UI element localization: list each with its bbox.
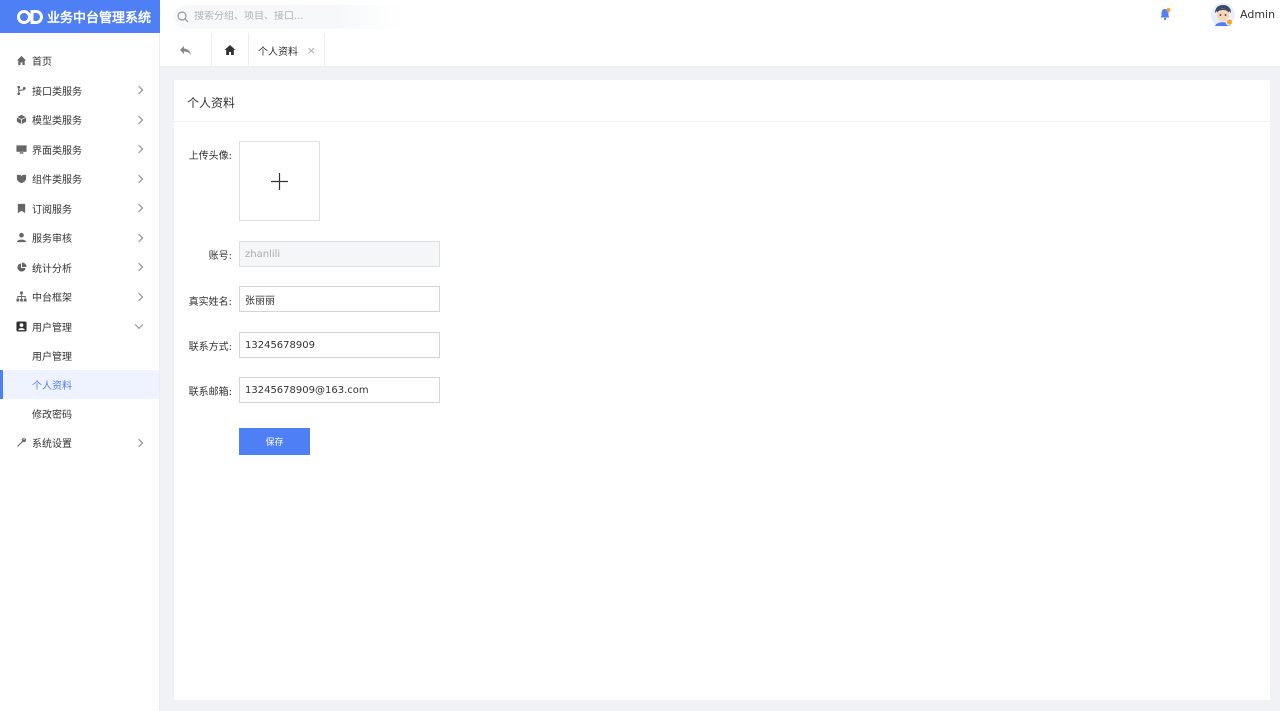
sidebar-item-framework[interactable]: 中台框架 [0,282,159,312]
email-label: 联系邮箱: [188,387,232,398]
search-box[interactable] [174,4,404,29]
sidebar-item-service-review[interactable]: 服务审核 [0,223,159,253]
email-field[interactable] [239,377,440,403]
sidebar-item-subscriptions[interactable]: 订阅服务 [0,194,159,224]
phone-label: 联系方式: [188,342,232,353]
puzzle-icon [16,175,27,184]
avatar[interactable] [1210,2,1236,28]
sidebar-item-label: 模型类服务 [32,116,82,128]
real-name-field[interactable] [239,286,440,312]
sidebar-item-user-management[interactable]: 用户管理 [0,312,159,342]
sidebar-subitem-user-management[interactable]: 用户管理 [0,341,159,370]
sidebar-item-label: 界面类服务 [32,145,82,157]
sidebar-subitem-change-password[interactable]: 修改密码 [0,399,159,428]
app-title: 业务中台管理系统 [47,11,152,26]
sidebar-item-label: 订阅服务 [32,204,72,216]
phone-field[interactable] [239,332,440,358]
bookmark-icon [17,203,26,213]
chevron-right-icon [134,145,144,154]
back-arrow-icon [180,45,191,55]
chevron-right-icon [134,174,144,183]
cube-icon [16,115,27,125]
chevron-right-icon [134,263,144,272]
divider [174,121,1270,122]
chevron-down-icon [134,320,144,330]
sidebar-item-component-services[interactable]: 组件类服务 [0,164,159,194]
sidebar-subitem-profile[interactable]: 个人资料 [0,370,159,399]
real-name-label: 真实姓名: [188,297,232,308]
sidebar-item-label: 中台框架 [32,293,72,305]
tab-label: 个人资料 [258,46,298,58]
bell-icon[interactable] [1158,7,1172,21]
tab-profile[interactable]: 个人资料 × [249,33,325,67]
home-icon [16,56,27,66]
home-icon [224,45,236,55]
sidebar-item-ui-services[interactable]: 界面类服务 [0,135,159,165]
brand-bar: 业务中台管理系统 [0,0,160,33]
save-button[interactable]: 保存 [239,428,310,455]
avatar-upload-button[interactable] [239,141,320,221]
sidebar-menu: 首页 接口类服务 模型类服务 界面类服务 组件类服务 订阅服务 服务审核 统计分… [0,46,159,458]
search-icon [177,10,189,22]
sidebar-item-statistics[interactable]: 统计分析 [0,253,159,283]
org-chart-icon [16,291,27,302]
sidebar-item-label: 统计分析 [32,263,72,275]
top-bar: Admin [160,0,1280,33]
chevron-right-icon [134,233,144,242]
sidebar-subitem-label: 用户管理 [32,352,72,363]
page-title: 个人资料 [187,96,236,110]
account-label: 账号: [208,251,232,262]
chevron-right-icon [134,115,144,124]
sidebar-item-label: 组件类服务 [32,175,82,187]
pie-chart-icon [17,262,27,272]
chevron-right-icon [134,438,144,447]
sidebar-item-model-services[interactable]: 模型类服务 [0,105,159,135]
back-button[interactable] [160,33,212,67]
close-icon[interactable]: × [307,44,316,57]
main-content: 个人资料 上传头像: 账号: 真实姓名: 联系方式: 联系邮箱: 保存 [174,80,1270,700]
chevron-right-icon [134,204,144,213]
search-input[interactable] [194,11,384,22]
sidebar-item-label: 服务审核 [32,234,72,246]
monitor-icon [16,145,27,154]
sidebar-subitem-label: 个人资料 [32,381,72,392]
username[interactable]: Admin [1240,8,1275,21]
plus-icon [271,172,288,190]
sidebar-item-label: 首页 [32,57,52,69]
sidebar: 首页 接口类服务 模型类服务 界面类服务 组件类服务 订阅服务 服务审核 统计分… [0,33,160,711]
user-card-icon [16,321,27,332]
chevron-right-icon [134,292,144,301]
sidebar-item-interface-services[interactable]: 接口类服务 [0,76,159,106]
sidebar-item-system-settings[interactable]: 系统设置 [0,428,159,458]
sidebar-item-label: 系统设置 [32,439,72,451]
branch-icon [17,85,26,95]
od-logo-icon [17,9,43,24]
sidebar-item-label: 接口类服务 [32,86,82,98]
wrench-icon [17,438,27,448]
sidebar-item-home[interactable]: 首页 [0,46,159,76]
avatar-label: 上传头像: [188,151,232,162]
tab-home[interactable] [212,33,249,67]
sidebar-subitem-label: 修改密码 [32,410,72,421]
sidebar-item-label: 用户管理 [32,322,72,334]
tab-bar: 个人资料 × [160,33,1280,67]
chevron-right-icon [134,86,144,95]
user-icon [16,233,27,243]
account-field [239,241,440,267]
